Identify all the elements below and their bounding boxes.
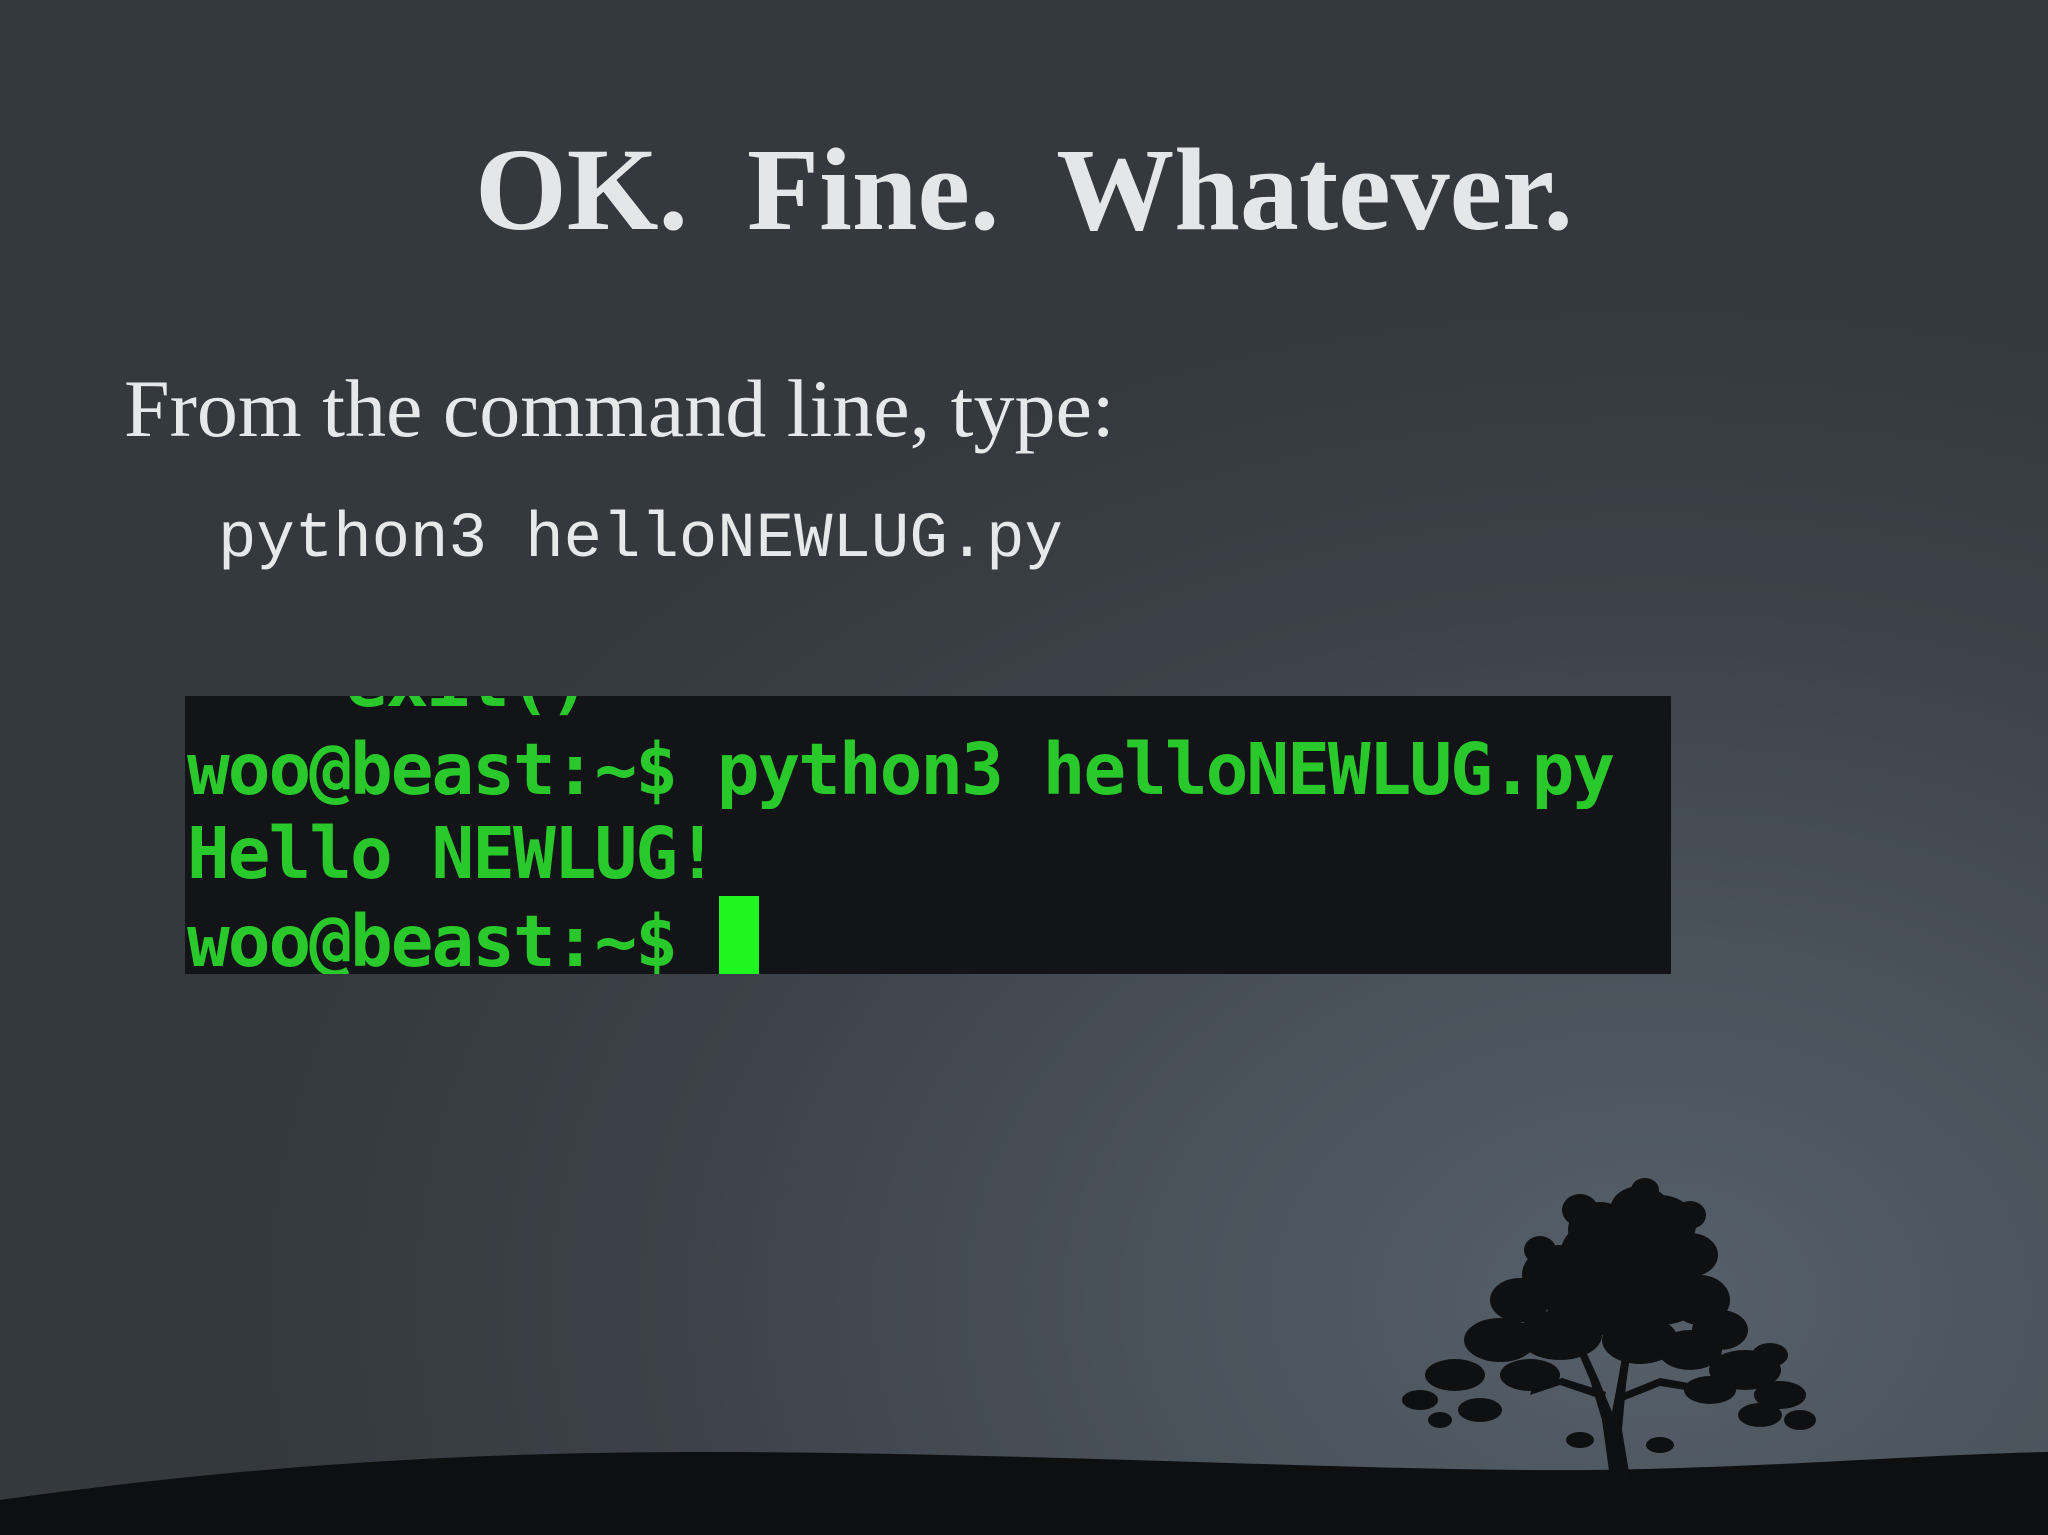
tree-silhouette-icon bbox=[1402, 1178, 1816, 1478]
slide: OK. Fine. Whatever. From the command lin… bbox=[0, 0, 2048, 1535]
ground-silhouette bbox=[0, 1178, 2048, 1535]
